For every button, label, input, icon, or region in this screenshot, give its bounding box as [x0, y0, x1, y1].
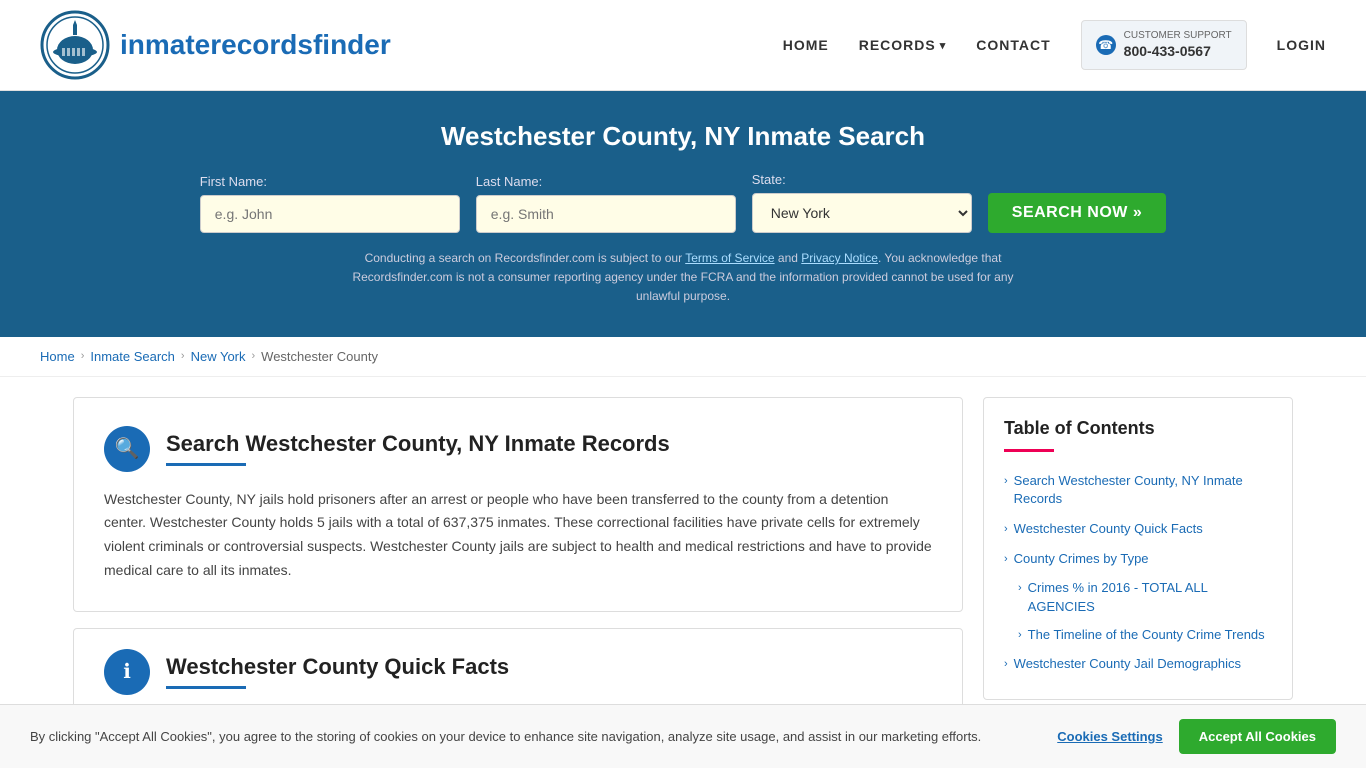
hero-disclaimer: Conducting a search on Recordsfinder.com…: [333, 249, 1033, 307]
breadcrumb: Home › Inmate Search › New York › Westch…: [0, 337, 1366, 377]
state-label: State:: [752, 172, 786, 187]
cookie-settings-button[interactable]: Cookies Settings: [1057, 729, 1162, 744]
last-name-group: Last Name:: [476, 174, 736, 233]
hero-title: Westchester County, NY Inmate Search: [40, 121, 1326, 152]
logo-icon: [40, 10, 110, 80]
last-name-label: Last Name:: [476, 174, 542, 189]
state-select[interactable]: AlabamaAlaskaArizonaArkansasCaliforniaCo…: [752, 193, 972, 233]
toc-divider: [1004, 449, 1054, 452]
logo-text: inmaterecordsfinder: [120, 29, 391, 61]
chevron-right-icon-4: ›: [1018, 581, 1022, 596]
section2-header: ℹ Westchester County Quick Facts: [104, 649, 932, 695]
nav-home[interactable]: HOME: [783, 37, 829, 53]
toc-item-2[interactable]: › Westchester County Quick Facts: [1004, 514, 1272, 544]
toc-sub-item-2[interactable]: › The Timeline of the County Crime Trend…: [1004, 621, 1272, 649]
cookie-banner: By clicking "Accept All Cookies", you ag…: [0, 704, 1366, 768]
cookie-actions: Cookies Settings Accept All Cookies: [1057, 719, 1336, 754]
main-nav: HOME RECORDS ▾ CONTACT ☎ CUSTOMER SUPPOR…: [783, 20, 1326, 69]
search-form: First Name: Last Name: State: AlabamaAla…: [40, 172, 1326, 233]
breadcrumb-home[interactable]: Home: [40, 349, 75, 364]
sidebar: Table of Contents › Search Westchester C…: [983, 397, 1293, 732]
toc-title: Table of Contents: [1004, 418, 1272, 439]
hero-section: Westchester County, NY Inmate Search Fir…: [0, 91, 1366, 337]
support-text: CUSTOMER SUPPORT 800-433-0567: [1124, 29, 1232, 60]
breadcrumb-sep-1: ›: [81, 350, 85, 362]
section1-title-block: Search Westchester County, NY Inmate Rec…: [166, 431, 670, 466]
nav-contact[interactable]: CONTACT: [976, 37, 1050, 53]
search-icon: 🔍: [104, 426, 150, 472]
chevron-right-icon-1: ›: [1004, 474, 1008, 489]
toc-card: Table of Contents › Search Westchester C…: [983, 397, 1293, 701]
first-name-input[interactable]: [200, 195, 460, 233]
customer-support-button[interactable]: ☎ CUSTOMER SUPPORT 800-433-0567: [1081, 20, 1247, 69]
info-icon: ℹ: [104, 649, 150, 695]
breadcrumb-new-york[interactable]: New York: [191, 349, 246, 364]
toc-sub-item-1[interactable]: › Crimes % in 2016 - TOTAL ALL AGENCIES: [1004, 574, 1272, 620]
chevron-down-icon: ▾: [940, 39, 947, 52]
section1-card: 🔍 Search Westchester County, NY Inmate R…: [73, 397, 963, 612]
site-header: inmaterecordsfinder HOME RECORDS ▾ CONTA…: [0, 0, 1366, 91]
tos-link[interactable]: Terms of Service: [685, 251, 774, 265]
section2-underline: [166, 686, 246, 689]
main-content: 🔍 Search Westchester County, NY Inmate R…: [33, 377, 1333, 752]
section1-body: Westchester County, NY jails hold prison…: [104, 488, 932, 583]
section2-title-block: Westchester County Quick Facts: [166, 654, 509, 689]
nav-records[interactable]: RECORDS ▾: [859, 37, 947, 53]
breadcrumb-sep-3: ›: [252, 350, 256, 362]
chevron-right-icon-2: ›: [1004, 522, 1008, 537]
logo[interactable]: inmaterecordsfinder: [40, 10, 391, 80]
breadcrumb-sep-2: ›: [181, 350, 185, 362]
last-name-input[interactable]: [476, 195, 736, 233]
chevron-right-icon-6: ›: [1004, 657, 1008, 672]
section1-header: 🔍 Search Westchester County, NY Inmate R…: [104, 426, 932, 472]
section2-title: Westchester County Quick Facts: [166, 654, 509, 680]
toc-item-1[interactable]: › Search Westchester County, NY Inmate R…: [1004, 466, 1272, 514]
first-name-group: First Name:: [200, 174, 460, 233]
toc-item-4[interactable]: › Westchester County Jail Demographics: [1004, 649, 1272, 679]
toc-item-3[interactable]: › County Crimes by Type: [1004, 544, 1272, 574]
phone-icon: ☎: [1096, 35, 1116, 55]
breadcrumb-current: Westchester County: [261, 349, 378, 364]
nav-login[interactable]: LOGIN: [1277, 37, 1326, 53]
section1-title: Search Westchester County, NY Inmate Rec…: [166, 431, 670, 457]
cookie-accept-button[interactable]: Accept All Cookies: [1179, 719, 1336, 754]
chevron-right-icon-5: ›: [1018, 628, 1022, 643]
breadcrumb-inmate-search[interactable]: Inmate Search: [90, 349, 175, 364]
privacy-link[interactable]: Privacy Notice: [801, 251, 878, 265]
state-group: State: AlabamaAlaskaArizonaArkansasCalif…: [752, 172, 972, 233]
content-area: 🔍 Search Westchester County, NY Inmate R…: [73, 397, 963, 732]
search-button[interactable]: SEARCH NOW »: [988, 193, 1166, 233]
section-title-underline: [166, 463, 246, 466]
cookie-text: By clicking "Accept All Cookies", you ag…: [30, 727, 1037, 747]
chevron-right-icon-3: ›: [1004, 552, 1008, 567]
first-name-label: First Name:: [200, 174, 267, 189]
